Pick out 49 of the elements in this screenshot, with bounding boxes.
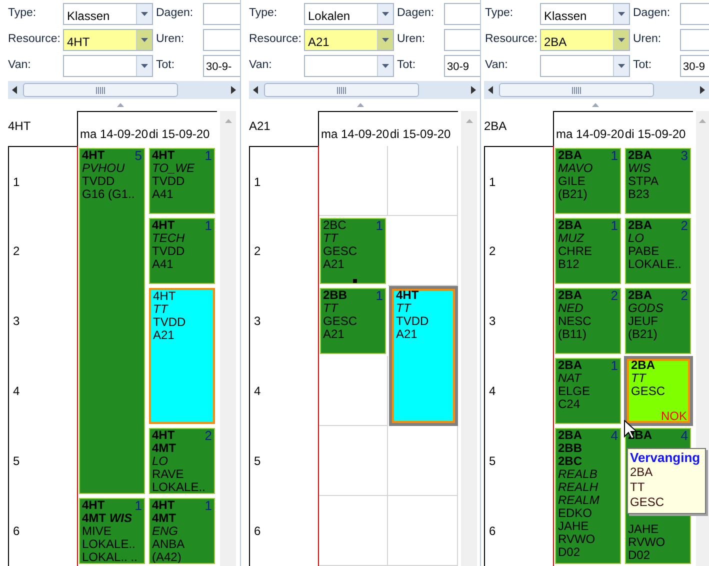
- lesson-count: 3: [680, 149, 688, 162]
- lesson-count: 2: [680, 219, 688, 232]
- lesson-count: 1: [376, 289, 383, 302]
- lesson-count: 2: [204, 429, 212, 442]
- lesson-count: 4: [610, 429, 618, 442]
- lesson-count: 2: [680, 289, 688, 302]
- day-header: ma 14-09-20: [553, 111, 623, 146]
- lesson-count: 1: [610, 219, 618, 232]
- field-label: Van:: [485, 58, 509, 74]
- field-label: Dagen:: [397, 6, 436, 22]
- lesson-count: 1: [204, 149, 212, 162]
- tooltip-text: 2BA: [630, 465, 654, 480]
- field-label: Type:: [249, 6, 278, 22]
- field-label: Dagen:: [633, 6, 672, 22]
- lesson-count: 1: [204, 499, 212, 512]
- field-label: Resource:: [249, 32, 301, 48]
- tooltip-text: GESC: [630, 495, 666, 510]
- field-label: Uren:: [633, 32, 662, 48]
- field-label: Type:: [8, 6, 38, 22]
- day-header: di 15-09-20: [388, 111, 458, 146]
- lesson-count: 5: [134, 149, 142, 162]
- resource-name: 4HT: [8, 118, 32, 135]
- day-header: ma 14-09-20: [318, 111, 388, 146]
- field-label: Tot:: [633, 58, 653, 74]
- field-label: Dagen:: [156, 6, 194, 22]
- field-label: Type:: [485, 6, 514, 22]
- lesson-count: 1: [610, 359, 618, 372]
- lesson-count: 2: [610, 289, 618, 302]
- field-label: Tot:: [397, 58, 417, 74]
- lesson-count: 1: [204, 219, 212, 232]
- status-note: NOK: [660, 410, 687, 423]
- tooltip-text: TT: [630, 480, 646, 495]
- field-label: Van:: [249, 58, 273, 74]
- field-label: Resource:: [485, 32, 537, 48]
- resource-name: A21: [249, 118, 272, 135]
- lesson-count: 1: [610, 149, 618, 162]
- day-header: ma 14-09-20: [77, 111, 147, 146]
- tooltip-title: Vervanging: [630, 450, 700, 465]
- lesson-count: 1: [376, 219, 383, 232]
- field-label: Van:: [8, 58, 32, 74]
- day-header: di 15-09-20: [147, 111, 217, 146]
- lesson-count: 4: [680, 429, 688, 442]
- field-label: Tot:: [156, 58, 176, 74]
- field-label: Resource:: [8, 32, 60, 48]
- field-label: Uren:: [156, 32, 186, 48]
- lesson-count: 1: [134, 499, 142, 512]
- day-header: di 15-09-20: [623, 111, 693, 146]
- resource-name: 2BA: [484, 118, 508, 135]
- field-label: Uren:: [397, 32, 426, 48]
